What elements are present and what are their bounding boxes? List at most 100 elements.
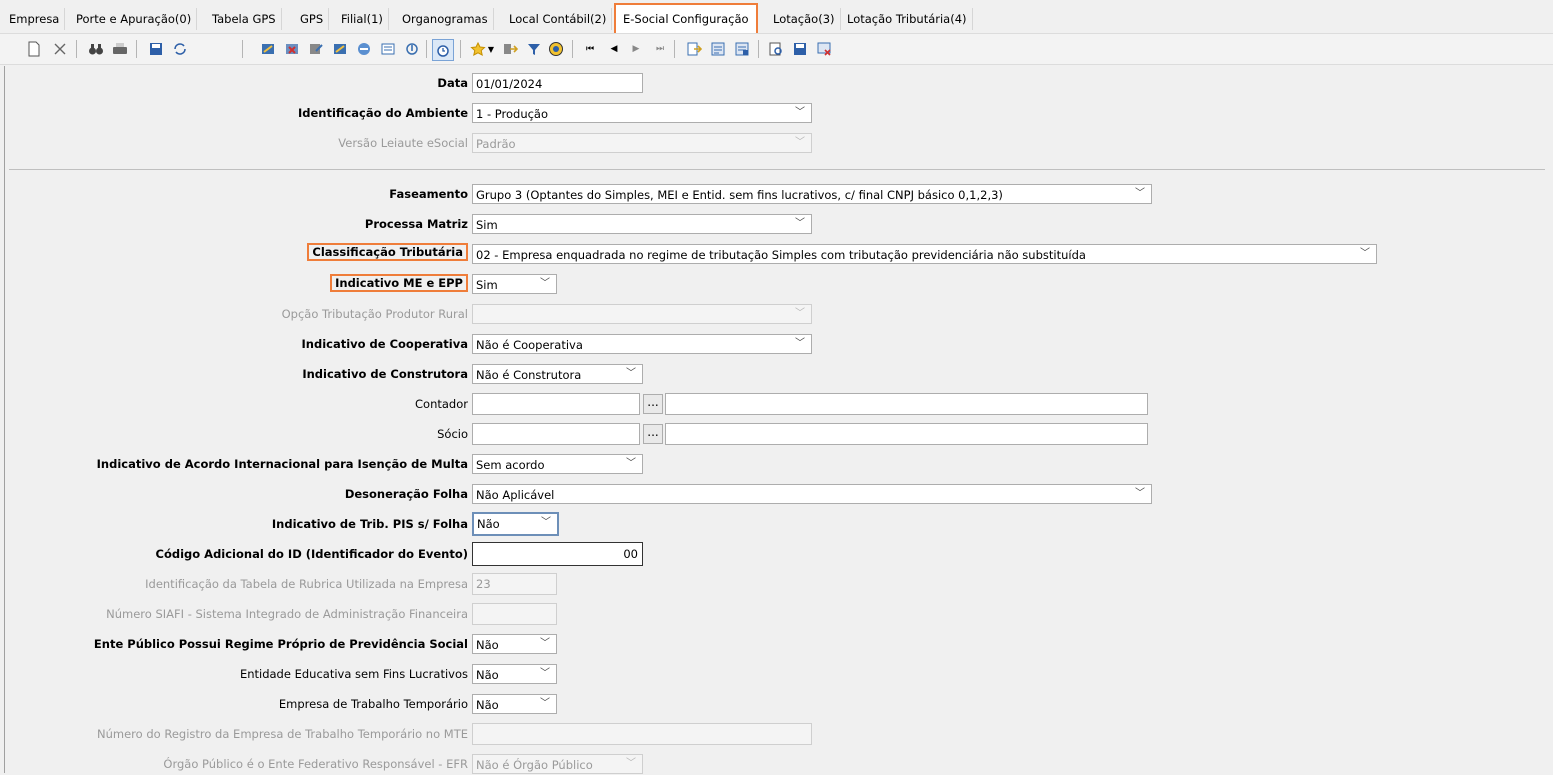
refresh-icon[interactable] (170, 39, 190, 59)
socio-code-input[interactable] (472, 423, 640, 445)
faseamento-select[interactable]: Grupo 3 (Optantes do Simples, MEI e Enti… (472, 184, 1152, 204)
chevron-down-icon: ﹀ (540, 698, 550, 709)
tab-filial[interactable]: Filial(1) (336, 8, 389, 30)
label-tabela-rubrica: Identificação da Tabela de Rubrica Utili… (145, 577, 468, 591)
report2-icon[interactable] (732, 39, 752, 59)
chevron-down-icon: ﹀ (626, 458, 636, 469)
tab-gps[interactable]: GPS (295, 8, 330, 30)
label-siafi: Número SIAFI - Sistema Integrado de Admi… (106, 607, 468, 621)
socio-name-input[interactable] (665, 423, 1148, 445)
chevron-down-icon: ﹀ (626, 758, 636, 769)
tab-local-contabil[interactable]: Local Contábil(2) (504, 8, 613, 30)
label-registro-mte: Número do Registro da Empresa de Trabalh… (97, 727, 468, 741)
timer-icon[interactable] (432, 39, 454, 61)
tab-tabela-gps[interactable]: Tabela GPS (207, 8, 282, 30)
label-contador: Contador (415, 397, 468, 411)
delete-icon[interactable] (50, 39, 70, 59)
trabalho-temp-select[interactable]: Não ﹀ (472, 694, 557, 714)
tab-empresa[interactable]: Empresa (4, 8, 66, 30)
processa-matriz-select[interactable]: Sim ﹀ (472, 214, 812, 234)
icon-c[interactable] (306, 39, 326, 59)
tab-esocial-configuracao[interactable]: E-Social Configuração (614, 3, 758, 35)
help-icon[interactable] (546, 39, 566, 59)
toolbar: ▼ ⏮ ◀ ▶ ⏭ (0, 33, 1553, 65)
label-data: Data (437, 76, 468, 90)
acordo-select[interactable]: Sem acordo ﹀ (472, 454, 643, 474)
label-orgao-publico: Órgão Público é o Ente Federativo Respon… (163, 757, 468, 771)
icon-f[interactable] (378, 39, 398, 59)
tab-organogramas[interactable]: Organogramas (397, 8, 494, 30)
opcao-produtor-select[interactable]: ﹀ (472, 304, 812, 324)
tab-porte-apuracao[interactable]: Porte e Apuração(0) (71, 8, 198, 30)
label-acordo: Indicativo de Acordo Internacional para … (96, 457, 468, 471)
preview-icon[interactable] (766, 39, 786, 59)
chevron-down-icon: ﹀ (541, 517, 551, 528)
label-versao: Versão Leiaute eSocial (338, 136, 468, 150)
chevron-down-icon: ﹀ (540, 668, 550, 679)
favorite-icon[interactable] (468, 39, 488, 59)
chevron-down-icon: ﹀ (795, 107, 805, 118)
label-trabalho-temp: Empresa de Trabalho Temporário (278, 697, 468, 711)
chevron-down-icon: ﹀ (540, 278, 550, 289)
print2-icon[interactable] (790, 39, 810, 59)
contador-name-input[interactable] (665, 393, 1148, 415)
contador-code-input[interactable] (472, 393, 640, 415)
registro-mte-input[interactable] (472, 723, 812, 745)
label-socio: Sócio (437, 427, 468, 441)
icon-g[interactable] (402, 39, 422, 59)
icon-a[interactable] (258, 39, 278, 59)
label-ente-publico: Ente Público Possui Regime Próprio de Pr… (93, 637, 468, 651)
construtora-select[interactable]: Não é Construtora ﹀ (472, 364, 643, 384)
tab-lotacao[interactable]: Lotação(3) (768, 8, 841, 30)
indicativo-me-select[interactable]: Sim ﹀ (472, 274, 557, 294)
chevron-down-icon: ﹀ (795, 308, 805, 319)
icon-e[interactable] (354, 39, 374, 59)
classificacao-select[interactable]: 02 - Empresa enquadrada no regime de tri… (472, 244, 1377, 264)
chevron-down-icon: ﹀ (795, 137, 805, 148)
label-codigo-id: Código Adicional do ID (Identificador do… (155, 547, 468, 561)
versao-select[interactable]: Padrão ﹀ (472, 133, 812, 153)
icon-b[interactable] (282, 39, 302, 59)
esocial-config-form: Data 01/01/2024 Identificação do Ambient… (4, 66, 1553, 774)
educativa-select[interactable]: Não ﹀ (472, 664, 557, 684)
label-processa-matriz: Processa Matriz (364, 217, 468, 231)
chevron-down-icon: ﹀ (626, 368, 636, 379)
export-icon[interactable] (684, 39, 704, 59)
desoneracao-select[interactable]: Não Aplicável ﹀ (472, 484, 1152, 504)
label-opcao-produtor: Opção Tributação Produtor Rural (281, 307, 468, 321)
chevron-down-icon: ﹀ (1360, 248, 1370, 259)
label-classificacao: Classificação Tributária (307, 243, 468, 261)
cooperativa-select[interactable]: Não é Cooperativa ﹀ (472, 334, 812, 354)
find-icon[interactable] (86, 39, 106, 59)
save-icon[interactable] (146, 39, 166, 59)
chevron-down-icon: ﹀ (1135, 488, 1145, 499)
data-input[interactable]: 01/01/2024 (472, 73, 643, 93)
chevron-down-icon[interactable]: ▼ (486, 39, 496, 59)
label-trib-pis: Indicativo de Trib. PIS s/ Folha (271, 517, 468, 531)
orgao-publico-select[interactable]: Não é Órgão Público ﹀ (472, 754, 643, 774)
tabela-rubrica-input[interactable]: 23 (472, 573, 557, 595)
ente-publico-select[interactable]: Não ﹀ (472, 634, 557, 654)
codigo-id-input[interactable]: 00 (472, 542, 643, 566)
chevron-down-icon: ﹀ (795, 338, 805, 349)
label-educativa: Entidade Educativa sem Fins Lucrativos (239, 667, 468, 681)
new-icon[interactable] (24, 39, 44, 59)
filter-icon[interactable] (524, 39, 544, 59)
icon-d[interactable] (330, 39, 350, 59)
contador-lookup-button[interactable]: ... (643, 394, 663, 414)
label-ambiente: Identificação do Ambiente (298, 106, 468, 120)
tab-lotacao-tributaria[interactable]: Lotação Tributária(4) (842, 8, 973, 30)
print-icon[interactable] (110, 39, 130, 59)
label-desoneracao: Desoneração Folha (344, 487, 468, 501)
ambiente-select[interactable]: 1 - Produção ﹀ (472, 103, 812, 123)
report-icon[interactable] (708, 39, 728, 59)
close-report-icon[interactable] (814, 39, 834, 59)
next-icon[interactable]: ▶ (626, 39, 646, 59)
siafi-input[interactable] (472, 603, 557, 625)
prev-icon[interactable]: ◀ (604, 39, 624, 59)
socio-lookup-button[interactable]: ... (643, 424, 663, 444)
trib-pis-select[interactable]: Não ﹀ (472, 512, 559, 536)
first-icon[interactable]: ⏮ (580, 39, 600, 59)
last-icon[interactable]: ⏭ (650, 39, 670, 59)
exit-icon[interactable] (500, 39, 520, 59)
